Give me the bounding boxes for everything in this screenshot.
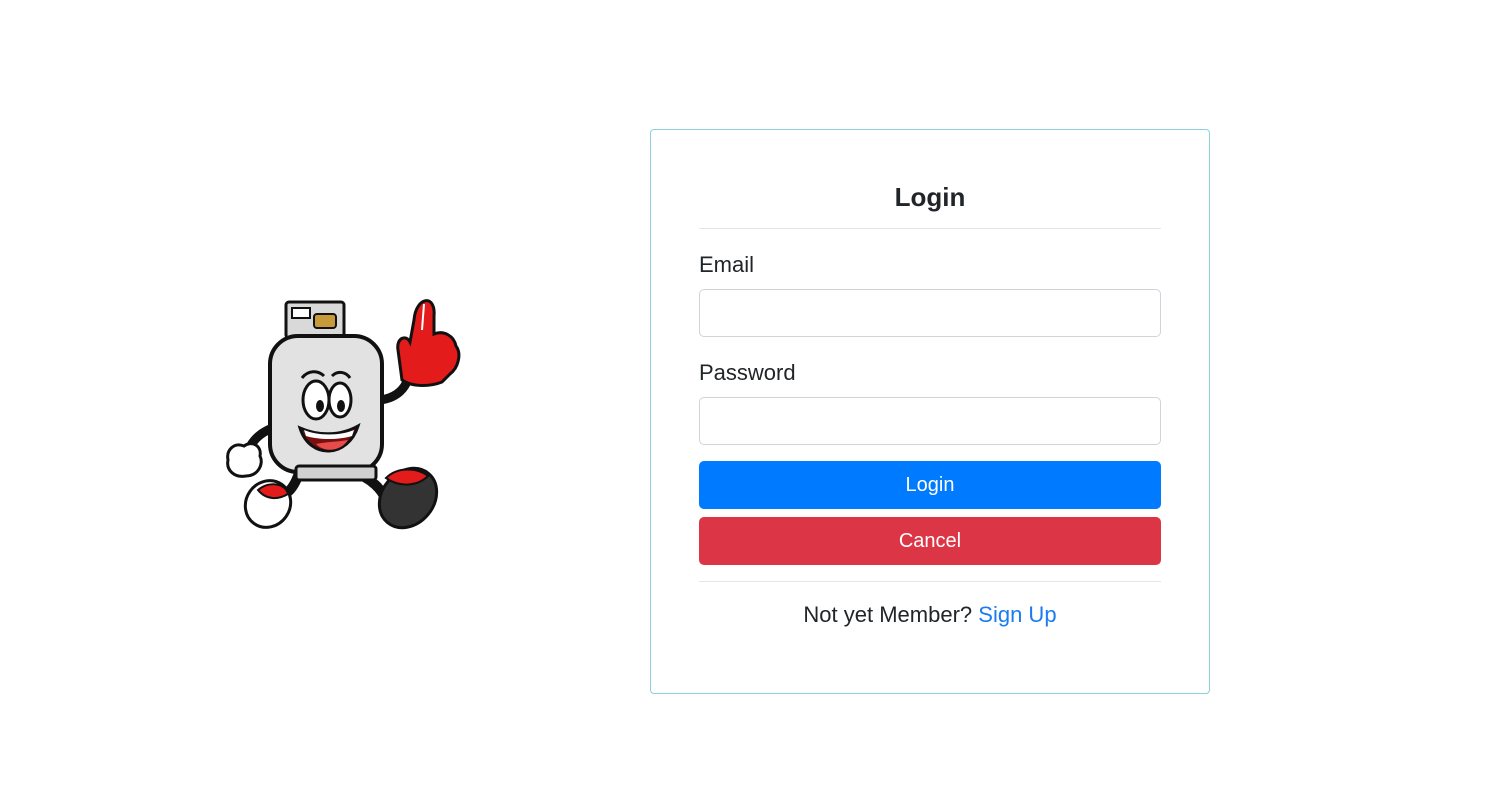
email-field[interactable]	[699, 289, 1161, 337]
title-divider	[699, 228, 1161, 229]
password-label: Password	[699, 360, 796, 385]
login-title: Login	[894, 182, 966, 212]
login-card: Login Email Password Login Cancel Not ye…	[650, 129, 1210, 694]
cancel-button[interactable]: Cancel	[699, 517, 1161, 565]
footer-divider	[699, 581, 1161, 582]
signup-prompt: Not yet Member? Sign Up	[699, 601, 1161, 629]
email-label: Email	[699, 252, 755, 277]
login-button[interactable]: Login	[699, 461, 1161, 509]
signup-prompt-text: Not yet Member?	[803, 602, 973, 627]
propane-tank-mascot-icon	[222, 290, 467, 535]
login-page: Login Email Password Login Cancel Not ye…	[0, 0, 1512, 800]
signup-link[interactable]: Sign Up	[978, 602, 1056, 627]
password-field[interactable]	[699, 397, 1161, 445]
